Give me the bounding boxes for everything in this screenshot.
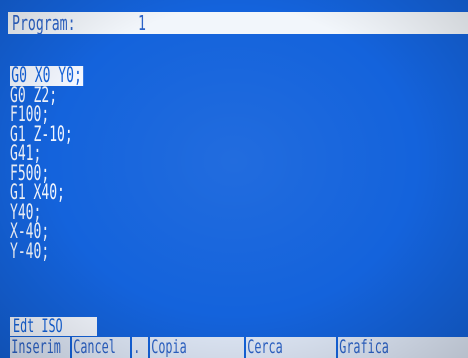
program-header: Program: 1 — [8, 12, 468, 34]
code-line[interactable]: F100; — [10, 104, 450, 125]
program-editor[interactable]: G0 X0 Y0; G0 Z2; F100; G1 Z-10; G41; F50… — [10, 65, 450, 296]
search-softkey[interactable]: Cerca — [246, 337, 338, 358]
code-line[interactable]: G41; — [10, 143, 450, 164]
graphics-softkey[interactable]: Grafica — [338, 337, 468, 358]
cnc-screen: Program: 1 G0 X0 Y0; G0 Z2; F100; G1 Z-1… — [0, 0, 468, 358]
edit-mode-label: Edt ISO — [10, 317, 98, 336]
code-line[interactable]: Y40; — [10, 201, 450, 223]
program-label: Program: — [12, 11, 76, 35]
insert-softkey[interactable]: Inserim — [10, 337, 72, 358]
code-line[interactable]: G0 Z2; — [10, 84, 450, 106]
program-number[interactable]: 1 — [138, 12, 146, 34]
code-line[interactable]: G1 Z-10; — [10, 123, 450, 145]
code-line[interactable]: Y-40; — [10, 240, 450, 262]
code-line[interactable]: X-40; — [10, 221, 450, 242]
function-key-bar: Inserim Cancel . Copia Cerca Grafica — [10, 337, 468, 358]
code-line-selected[interactable]: G0 X0 Y0; — [10, 65, 450, 86]
dot-softkey[interactable]: . — [132, 337, 150, 358]
cancel-softkey[interactable]: Cancel — [72, 337, 132, 358]
code-line[interactable]: G1 X40; — [10, 182, 450, 203]
code-line[interactable]: F500; — [10, 162, 450, 184]
copy-softkey[interactable]: Copia — [150, 337, 246, 358]
